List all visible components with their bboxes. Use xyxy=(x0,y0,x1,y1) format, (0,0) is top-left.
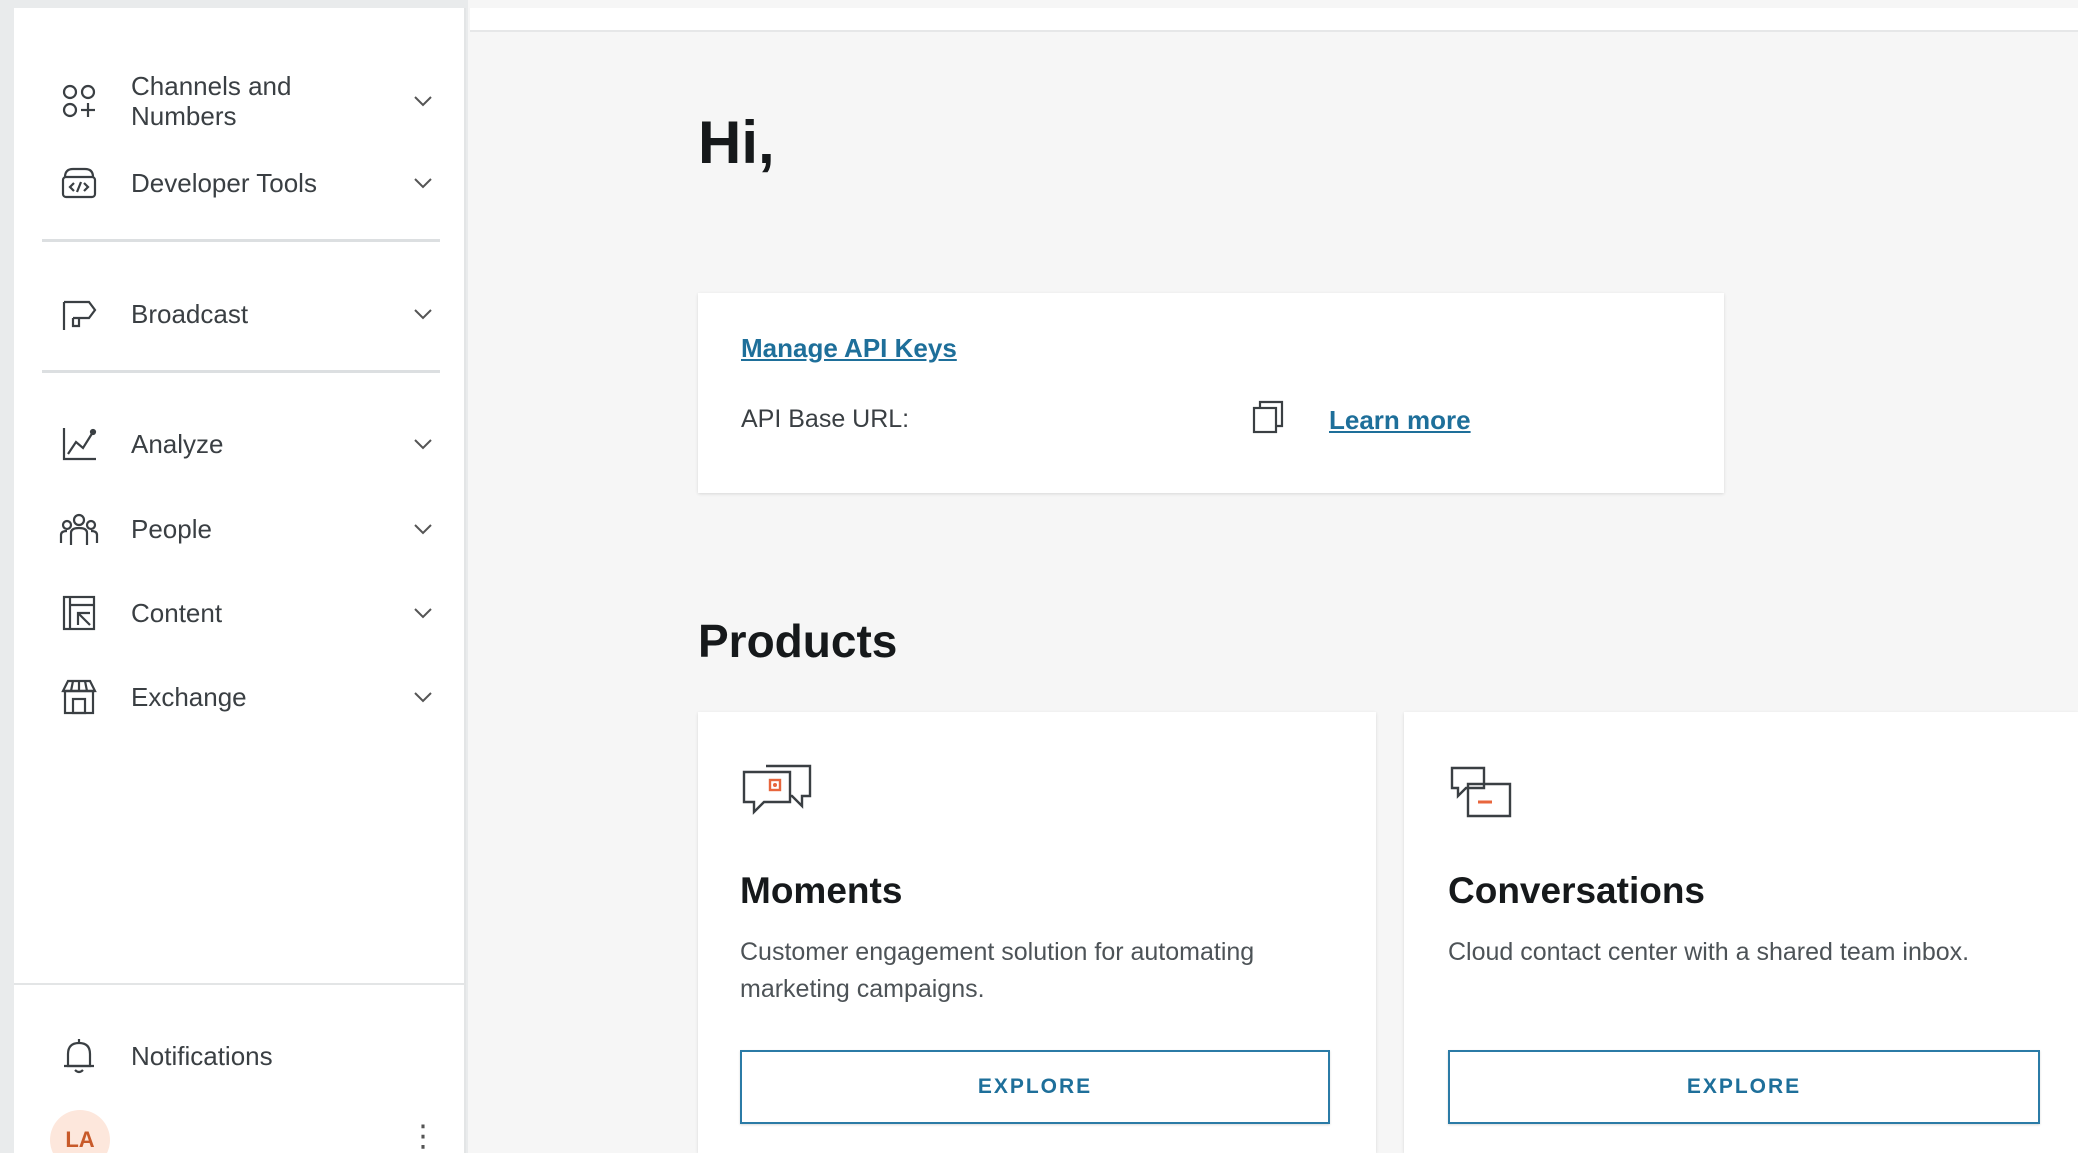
api-base-url-label: API Base URL: xyxy=(741,405,910,433)
sidebar-item-label: Content xyxy=(131,598,223,628)
sidebar-item-notifications[interactable]: Notifications xyxy=(14,1021,466,1091)
product-description: Customer engagement solution for automat… xyxy=(740,938,1255,1003)
chevron-down-icon[interactable] xyxy=(410,600,436,626)
avatar[interactable]: LA xyxy=(50,1110,110,1153)
sidebar-item-analyze[interactable]: Analyze xyxy=(14,409,466,479)
chevron-down-icon[interactable] xyxy=(410,431,436,457)
sidebar-item-label: Developer Tools xyxy=(131,168,317,198)
sidebar-item-channels-and-numbers[interactable]: Channels and Numbers xyxy=(14,65,466,137)
moments-icon xyxy=(740,762,814,822)
sidebar-divider xyxy=(42,239,440,242)
page-greeting: Hi, xyxy=(698,109,775,176)
explore-moments-button[interactable]: EXPLORE xyxy=(740,1050,1330,1124)
product-card-moments: Moments Customer engagement solution for… xyxy=(698,712,1376,1153)
explore-conversations-button[interactable]: EXPLORE xyxy=(1448,1050,2040,1124)
top-bar xyxy=(470,8,2078,32)
sidebar-item-label: People xyxy=(131,514,212,544)
chevron-down-icon[interactable] xyxy=(410,684,436,710)
product-description: Cloud contact center with a shared team … xyxy=(1448,938,1970,966)
chevron-down-icon[interactable] xyxy=(410,88,436,114)
sidebar-item-label: Channels and Numbers xyxy=(131,71,292,131)
sidebar-item-content[interactable]: Content xyxy=(14,578,466,648)
sidebar-footer: Notifications LA ⋮ xyxy=(14,983,466,1153)
sidebar: Channels and Numbers Developer Tools Bro… xyxy=(14,8,466,1153)
notifications-label: Notifications xyxy=(131,1041,273,1071)
chevron-down-icon[interactable] xyxy=(410,516,436,542)
manage-api-keys-link[interactable]: Manage API Keys xyxy=(741,333,957,364)
sidebar-item-developer-tools[interactable]: Developer Tools xyxy=(14,148,466,218)
conversations-icon xyxy=(1448,762,1522,822)
chart-icon xyxy=(58,423,100,465)
product-title: Moments xyxy=(740,870,903,911)
chevron-down-icon[interactable] xyxy=(410,170,436,196)
sidebar-item-exchange[interactable]: Exchange xyxy=(14,662,466,732)
products-heading: Products xyxy=(698,615,898,667)
product-title: Conversations xyxy=(1448,870,1706,911)
developer-tools-icon xyxy=(58,162,100,204)
sidebar-item-label: Analyze xyxy=(131,429,224,459)
product-card-conversations: Conversations Cloud contact center with … xyxy=(1404,712,2078,1153)
store-icon xyxy=(58,676,100,718)
sidebar-item-people[interactable]: People xyxy=(14,494,466,564)
sidebar-item-label: Broadcast xyxy=(131,299,249,329)
chevron-down-icon[interactable] xyxy=(410,301,436,327)
people-icon xyxy=(58,508,100,550)
sidebar-item-broadcast[interactable]: Broadcast xyxy=(14,279,466,349)
sidebar-item-label: Exchange xyxy=(131,682,247,712)
learn-more-link[interactable]: Learn more xyxy=(1329,405,1471,436)
megaphone-icon xyxy=(58,293,100,335)
content-icon xyxy=(58,592,100,634)
bell-icon xyxy=(58,1035,100,1077)
copy-icon[interactable] xyxy=(1248,397,1288,437)
sidebar-divider xyxy=(42,370,440,373)
app-window: Channels and Numbers Developer Tools Bro… xyxy=(0,0,2078,1153)
channels-icon xyxy=(58,80,100,122)
more-options-icon[interactable]: ⋮ xyxy=(408,1122,438,1153)
api-card: Manage API Keys API Base URL: Learn more xyxy=(698,293,1724,493)
main-content: Hi, Manage API Keys API Base URL: Learn … xyxy=(468,0,2078,1153)
